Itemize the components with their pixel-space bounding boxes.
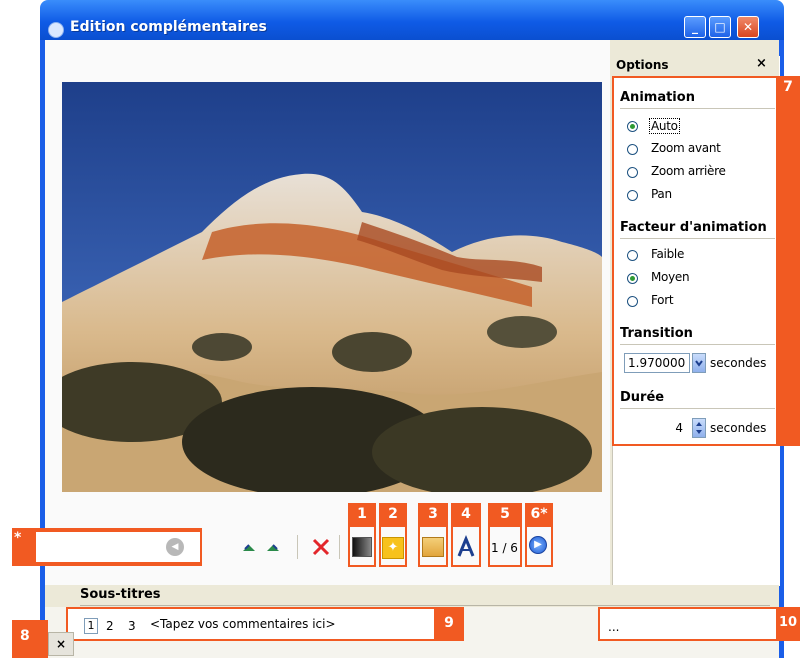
annotation-label-3: 3	[428, 506, 438, 522]
delete-icon	[312, 538, 330, 556]
annotation-label-9: 9	[444, 615, 454, 631]
previous-button[interactable]: ◀	[166, 538, 184, 556]
previous-icon: ◀	[171, 542, 179, 552]
annotation-label-1: 1	[357, 506, 367, 522]
toolbar-separator	[297, 535, 298, 559]
annotation-box-6	[525, 525, 553, 567]
rotate-right-button[interactable]	[264, 538, 282, 560]
app-icon	[48, 22, 64, 38]
toolbar-separator	[339, 535, 340, 559]
annotation-tab-3: 3	[418, 503, 448, 525]
annotation-tab-1: 1	[348, 503, 376, 525]
comment-input[interactable]: <Tapez vos commentaires ici>	[150, 617, 430, 635]
annotation-box-10	[598, 607, 778, 641]
delete-button[interactable]	[310, 537, 332, 561]
annotation-box-8	[12, 620, 48, 658]
annotation-label-10: 10	[778, 615, 798, 630]
annotation-box-7	[612, 76, 778, 446]
minimize-button[interactable]: _	[684, 16, 706, 38]
annotation-label-5: 5	[500, 506, 510, 522]
photo-preview	[62, 82, 602, 492]
annotation-box-4	[451, 525, 481, 567]
options-close-button[interactable]: ×	[756, 56, 767, 71]
annotation-label-6: 6*	[530, 506, 548, 522]
annotation-box-1	[348, 525, 376, 567]
annotation-label-2: 2	[388, 506, 398, 522]
minimize-icon: _	[692, 20, 698, 34]
annotation-tab-2: 2	[379, 503, 407, 525]
rotate-left-icon	[243, 544, 255, 551]
annotation-box-5	[488, 525, 522, 567]
close-button[interactable]: ✕	[737, 16, 759, 38]
ellipsis-button[interactable]: ...	[608, 620, 619, 634]
subtitle-tab-1[interactable]: 1	[84, 618, 98, 634]
rotate-right-icon	[267, 544, 279, 551]
annotation-tab-7: 7	[776, 76, 800, 446]
annotation-tab-10: 10	[776, 607, 800, 641]
annotation-box-2	[379, 525, 407, 567]
landscape-image	[62, 82, 602, 492]
annotation-label-7: 7	[783, 79, 793, 95]
rotate-left-button[interactable]	[240, 538, 258, 560]
window-title: Edition complémentaires	[70, 19, 267, 35]
options-title: Options	[616, 58, 669, 72]
maximize-icon: □	[714, 20, 726, 34]
subtitles-close-button[interactable]: ×	[48, 632, 74, 656]
annotation-tab-6: 6*	[525, 503, 553, 525]
annotation-label-4: 4	[461, 506, 471, 522]
annotation-label-asterisk: *	[14, 530, 22, 546]
subtitles-heading: Sous-titres	[80, 587, 161, 602]
annotation-tab-4: 4	[451, 503, 481, 525]
close-icon: ✕	[742, 20, 754, 34]
subtitle-tab-3[interactable]: 3	[128, 619, 136, 633]
annotation-tab-9: 9	[434, 607, 464, 641]
annotation-label-8: 8	[20, 628, 30, 644]
annotation-tab-5: 5	[488, 503, 522, 525]
subtitles-divider	[80, 605, 770, 606]
annotation-box-3	[418, 525, 448, 567]
maximize-button[interactable]: □	[709, 16, 731, 38]
subtitle-tab-2[interactable]: 2	[106, 619, 114, 633]
